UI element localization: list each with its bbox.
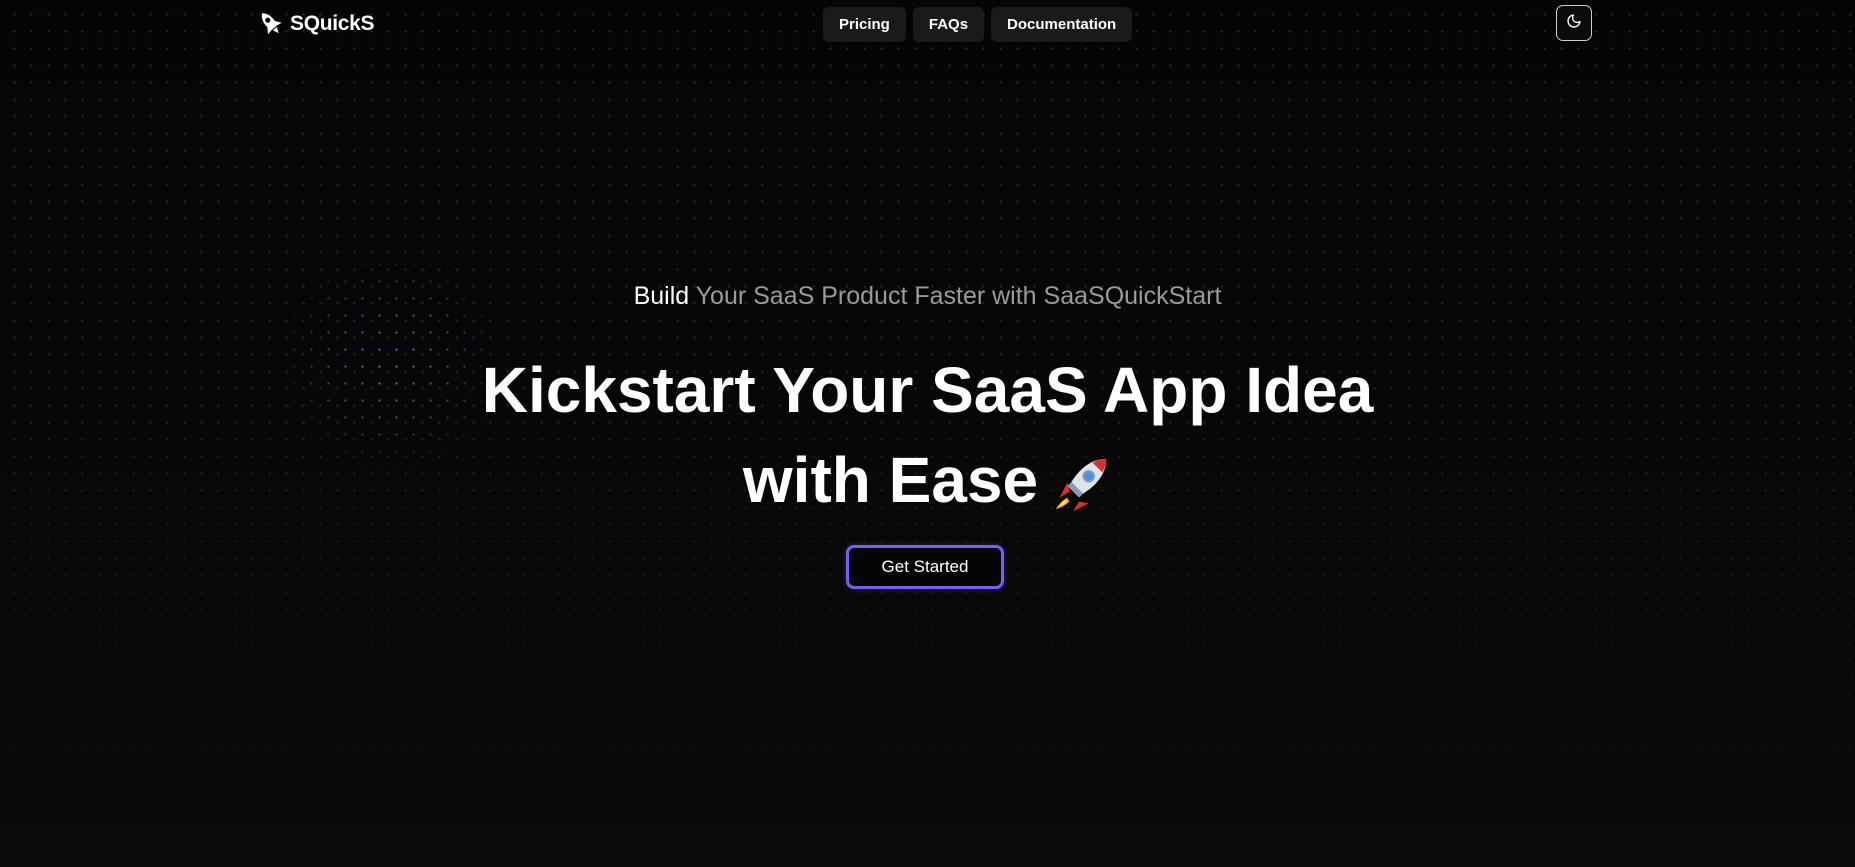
headline-line-1: Kickstart Your SaaS App Idea [481,354,1374,426]
brand-logo-link[interactable]: SQuickS [256,8,375,40]
hero-headline: Kickstart Your SaaS App Idea with Ease [0,345,1855,525]
site-header: SQuickS Pricing FAQs Documentation [0,0,1855,50]
nav-item-documentation[interactable]: Documentation [991,7,1133,42]
moon-icon [1566,13,1582,34]
theme-toggle-button[interactable] [1556,5,1592,41]
hero-tagline: Build Your SaaS Product Faster with SaaS… [0,282,1855,311]
tagline-highlight: Build [633,282,690,310]
rocket-emoji-icon [1050,448,1112,512]
headline-line-2-wrapper: with Ease [0,435,1855,525]
nav-item-pricing[interactable]: Pricing [823,7,906,42]
get-started-button[interactable]: Get Started [846,545,1004,589]
landing-page: SQuickS Pricing FAQs Documentation Build… [0,0,1855,867]
rocket-icon [256,8,286,40]
main-nav: Pricing FAQs Documentation [823,7,1133,42]
nav-item-faqs[interactable]: FAQs [912,7,985,42]
headline-line-2: with Ease [742,444,1039,516]
tagline-text: Your SaaS Product Faster with SaaSQuickS… [695,282,1222,310]
brand-name: SQuickS [290,12,375,35]
